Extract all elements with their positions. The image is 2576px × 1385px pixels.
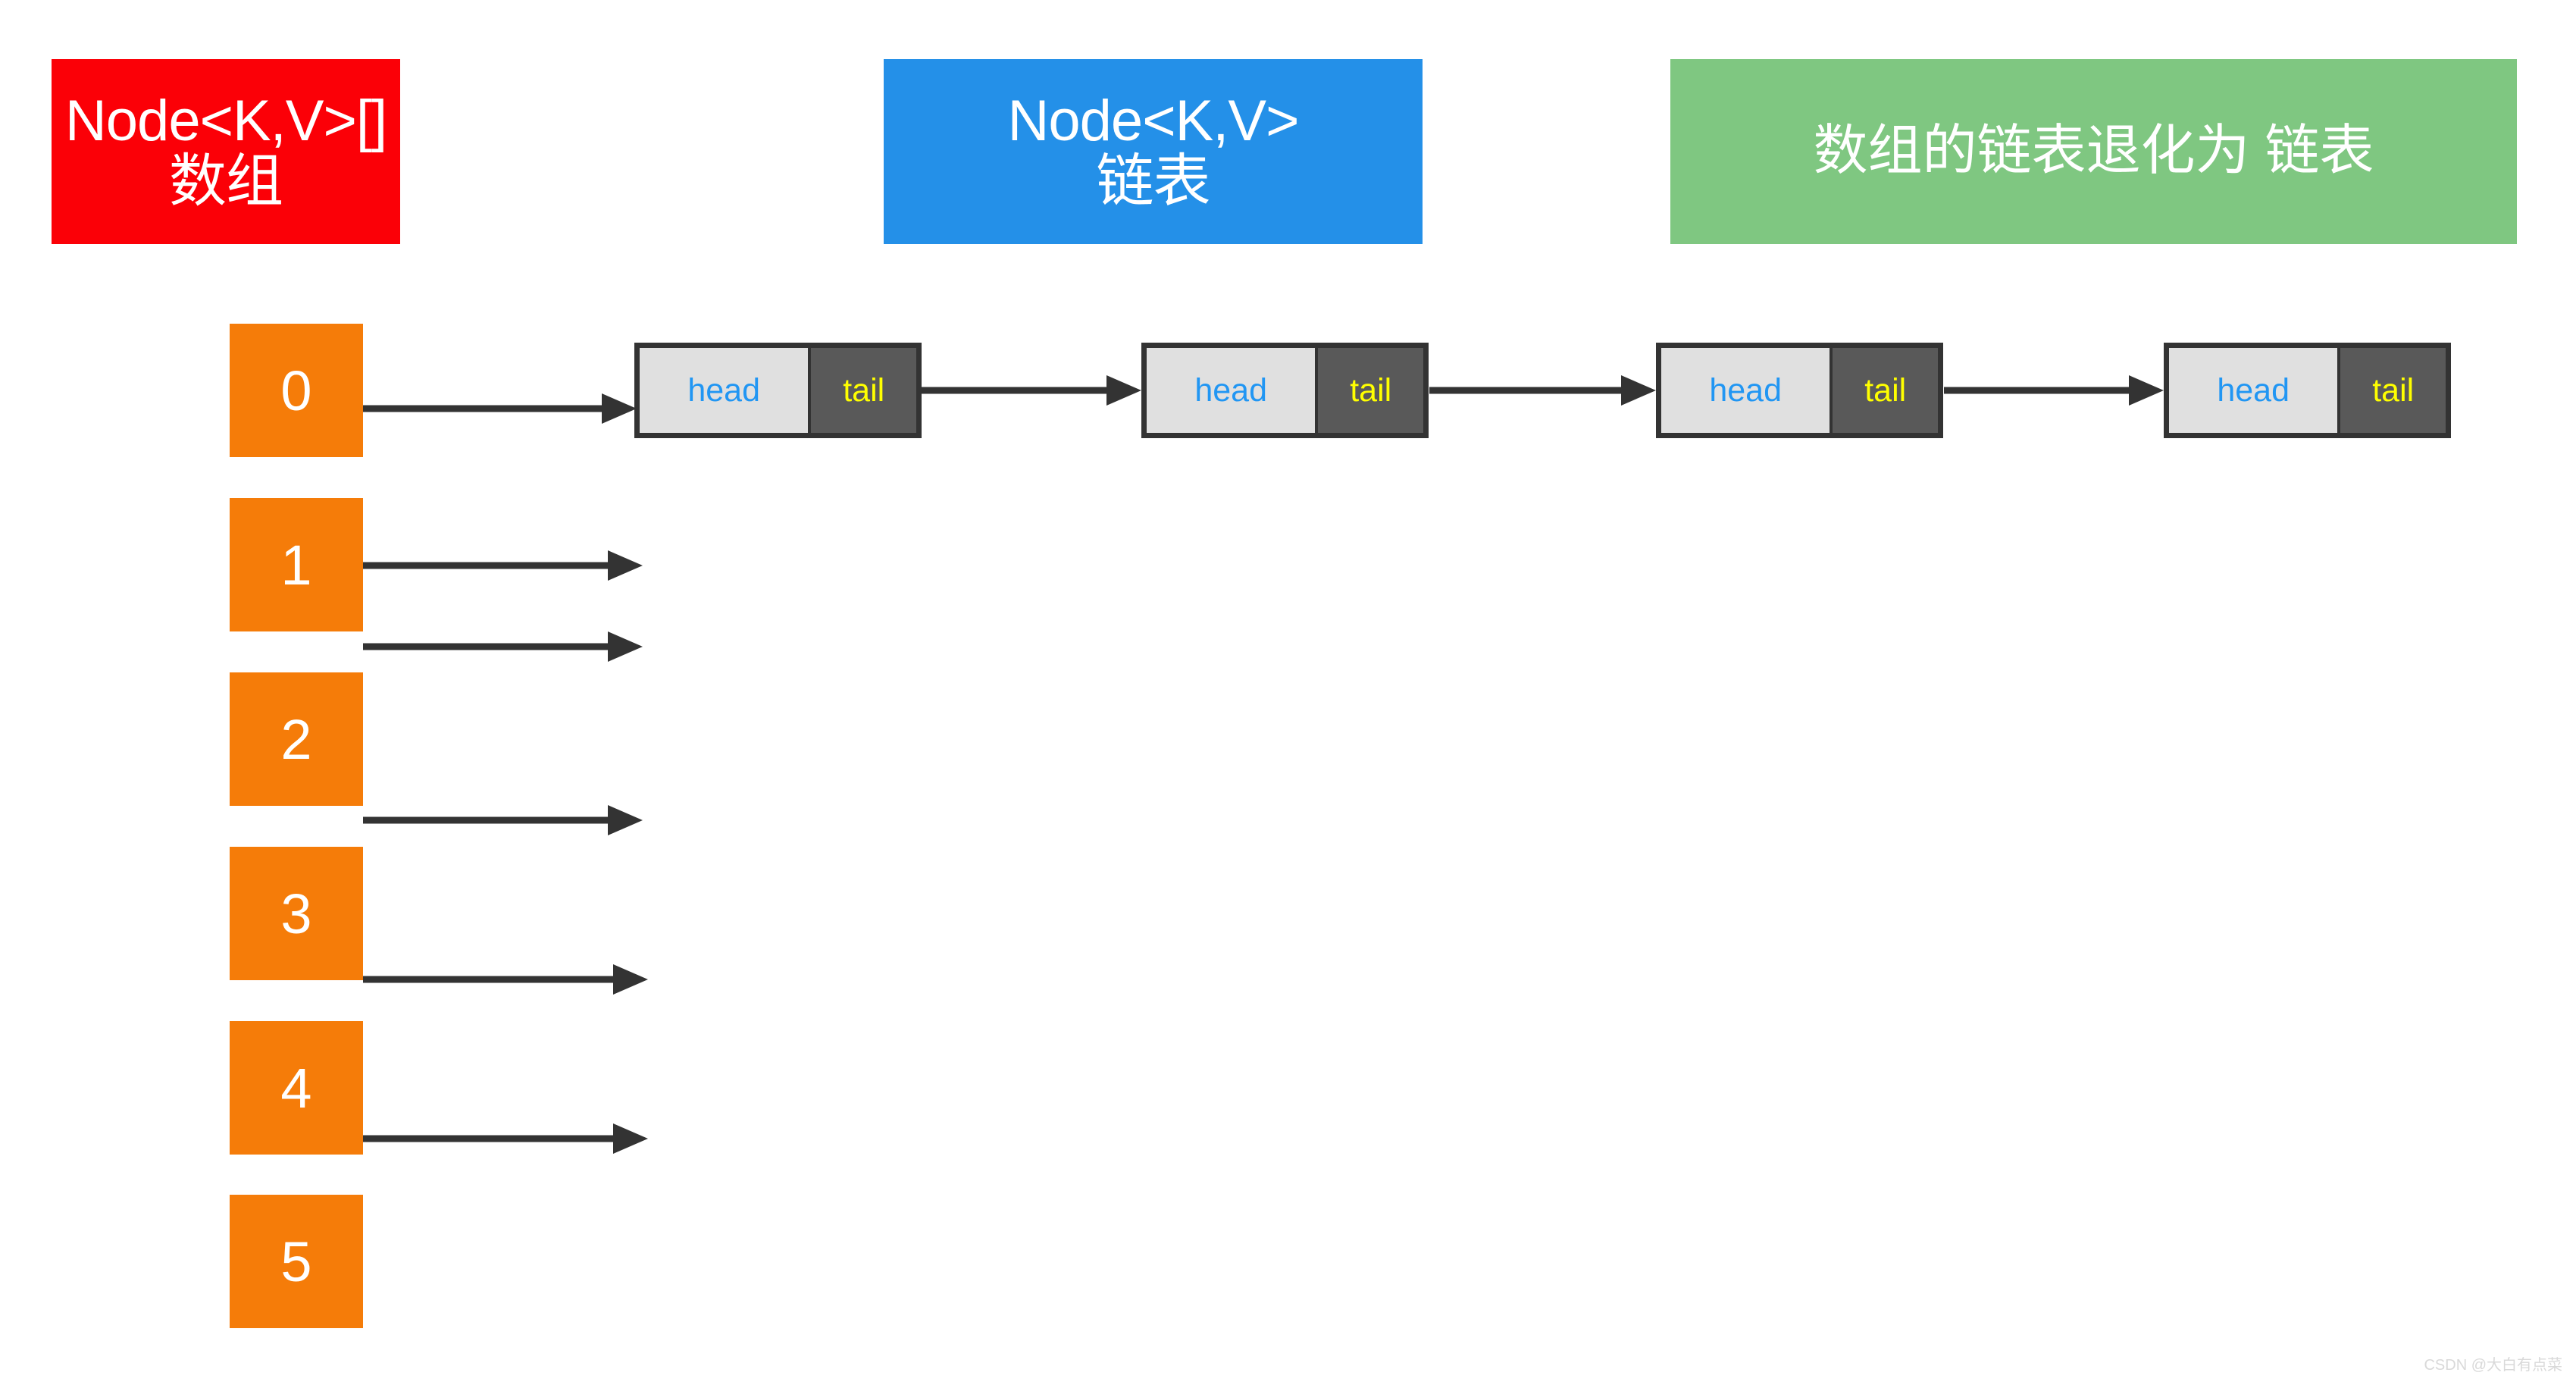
list-node-head-cell: head [640, 348, 809, 433]
array-cell-1: 1 [230, 498, 363, 631]
list-node-2: head tail [1141, 343, 1429, 438]
legend-array-line1: Node<K,V>[] [64, 89, 387, 154]
watermark-label: CSDN @大白有点菜 [2424, 1357, 2562, 1374]
array-cell-index-label: 5 [280, 1230, 312, 1293]
list-node-4: head tail [2164, 343, 2451, 438]
legend-array-box: Node<K,V>[] 数组 [52, 59, 400, 244]
list-node-head-label: head [1709, 371, 1783, 409]
list-node-tail-cell: tail [2337, 348, 2446, 433]
list-node-head-cell: head [1147, 348, 1316, 433]
array-cell-index-label: 2 [280, 707, 312, 771]
list-link-arrow-2 [1429, 375, 1656, 406]
array-cell-2: 2 [230, 672, 363, 806]
list-node-tail-cell: tail [1315, 348, 1423, 433]
list-node-tail-label: tail [843, 371, 885, 409]
list-node-tail-label: tail [1864, 371, 1907, 409]
legend-node-line1: Node<K,V> [1007, 89, 1300, 154]
list-node-head-label: head [2217, 371, 2290, 409]
legend-node-line2: 链表 [1096, 149, 1211, 214]
bucket-arrow-3 [363, 805, 643, 835]
legend-degrade-box: 数组的链表退化为 链表 [1670, 59, 2517, 244]
bucket-arrow-1 [363, 550, 643, 581]
bucket-arrow-4 [363, 964, 648, 995]
list-node-head-label: head [687, 371, 761, 409]
array-cell-0: 0 [230, 324, 363, 457]
list-node-tail-cell: tail [808, 348, 916, 433]
legend-array-line2: 数组 [169, 149, 283, 214]
array-cell-index-label: 0 [280, 359, 312, 422]
list-node-head-cell: head [2169, 348, 2338, 433]
array-cell-5: 5 [230, 1195, 363, 1328]
array-cell-4: 4 [230, 1021, 363, 1155]
list-node-3: head tail [1656, 343, 1943, 438]
array-cell-3: 3 [230, 847, 363, 980]
list-node-tail-cell: tail [1829, 348, 1938, 433]
bucket-arrow-2 [363, 631, 643, 662]
diagram-canvas: Node<K,V>[] 数组 Node<K,V> 链表 数组的链表退化为 链表 … [0, 0, 2576, 1385]
list-node-1: head tail [634, 343, 922, 438]
bucket-arrow-5 [363, 1123, 648, 1154]
list-link-arrow-3 [1944, 375, 2164, 406]
list-node-head-cell: head [1661, 348, 1830, 433]
list-node-tail-label: tail [1350, 371, 1392, 409]
array-cell-index-label: 4 [280, 1056, 312, 1120]
legend-node-box: Node<K,V> 链表 [884, 59, 1423, 244]
array-cell-index-label: 1 [280, 533, 312, 597]
bucket-arrow-0 [363, 393, 637, 424]
list-node-head-label: head [1194, 371, 1268, 409]
list-node-tail-label: tail [2372, 371, 2415, 409]
list-link-arrow-1 [922, 375, 1141, 406]
array-cell-index-label: 3 [280, 882, 312, 945]
legend-degrade-line1: 数组的链表退化为 链表 [1813, 121, 2374, 182]
